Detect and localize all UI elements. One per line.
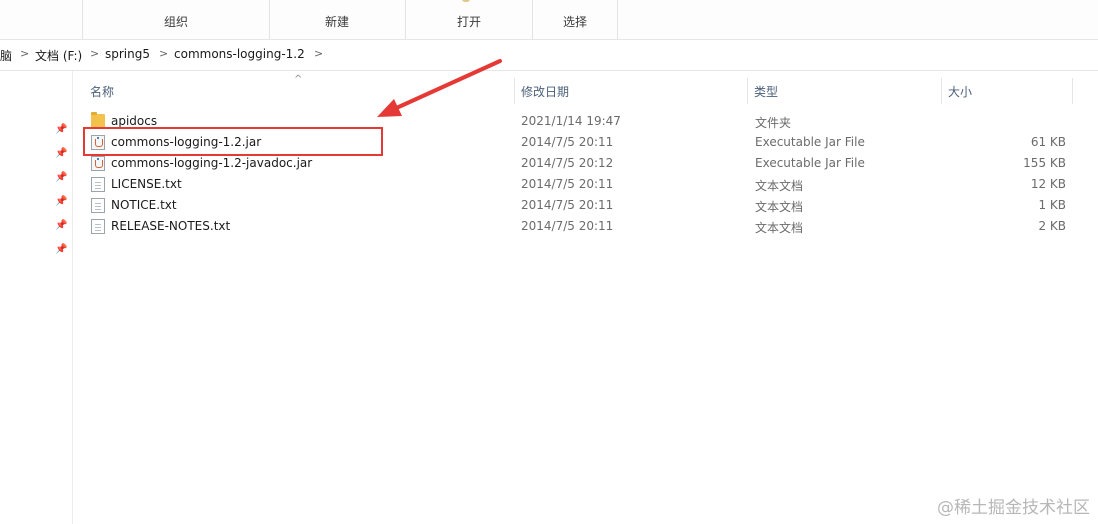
chevron-right-icon[interactable]: > — [90, 47, 99, 60]
file-name: LICENSE.txt — [111, 177, 182, 191]
file-date: 2014/7/5 20:11 — [521, 135, 614, 149]
text-file-icon — [91, 198, 105, 213]
pin-icon[interactable]: 📌 — [55, 173, 67, 183]
file-row-license[interactable]: LICENSE.txt 2014/7/5 20:11 文本文档 12 KB — [84, 174, 1076, 195]
file-size: 2 KB — [1038, 219, 1066, 233]
ribbon-group-new[interactable]: 新建 — [269, 0, 406, 39]
chevron-right-icon[interactable]: > — [159, 47, 168, 60]
file-type: 文件夹 — [755, 116, 792, 130]
ribbon: 组织 新建 打开 选择 — [0, 0, 1098, 40]
text-file-icon — [91, 177, 105, 192]
column-divider[interactable] — [1072, 78, 1073, 104]
column-header-label: 大小 — [948, 85, 973, 99]
annotation-arrow — [377, 59, 502, 117]
file-name: NOTICE.txt — [111, 198, 177, 212]
address-bar[interactable]: 脑 > 文档 (F:) > spring5 > commons-logging-… — [0, 40, 1098, 71]
ribbon-group-label: 打开 — [456, 15, 481, 29]
ribbon-group-open[interactable]: 打开 — [406, 0, 533, 39]
column-header-size[interactable]: 大小 — [942, 80, 1072, 102]
navigation-pane: 📌 📌 📌 📌 📌 📌 — [0, 71, 73, 524]
file-type: 文本文档 — [755, 221, 804, 235]
file-name: RELEASE-NOTES.txt — [111, 219, 231, 233]
breadcrumb-this-pc[interactable]: 脑 — [0, 47, 12, 64]
file-row-javadoc-jar[interactable]: commons-logging-1.2-javadoc.jar 2014/7/5… — [84, 153, 1076, 174]
jar-icon — [91, 156, 105, 171]
file-type: 文本文档 — [755, 179, 804, 193]
breadcrumb-commons-logging[interactable]: commons-logging-1.2 — [174, 47, 305, 61]
ribbon-group-label: 选择 — [562, 15, 587, 29]
column-header-label: 名称 — [90, 85, 115, 99]
column-header-type[interactable]: 类型 — [748, 80, 941, 102]
file-name: apidocs — [111, 114, 158, 128]
file-date: 2014/7/5 20:11 — [521, 198, 614, 212]
file-row-notice[interactable]: NOTICE.txt 2014/7/5 20:11 文本文档 1 KB — [84, 195, 1076, 216]
file-type: Executable Jar File — [755, 156, 865, 170]
file-type: Executable Jar File — [755, 135, 865, 149]
file-date: 2014/7/5 20:11 — [521, 177, 614, 191]
file-size: 12 KB — [1030, 177, 1066, 191]
file-date: 2014/7/5 20:12 — [521, 156, 614, 170]
ribbon-group-label: 组织 — [163, 15, 188, 29]
ribbon-group-label: 新建 — [324, 15, 349, 29]
text-file-icon — [91, 219, 105, 234]
file-row-release-notes[interactable]: RELEASE-NOTES.txt 2014/7/5 20:11 文本文档 2 … — [84, 216, 1076, 237]
column-header-name[interactable]: 名称 — [84, 80, 514, 102]
file-date: 2021/1/14 19:47 — [521, 114, 621, 128]
file-size: 61 KB — [1030, 135, 1066, 149]
pin-icon[interactable]: 📌 — [55, 221, 67, 231]
pin-icon[interactable]: 📌 — [55, 197, 67, 207]
ribbon-group-select[interactable]: 选择 — [533, 0, 618, 39]
ribbon-group-organize[interactable]: 组织 — [82, 0, 270, 39]
watermark-text: @稀土掘金技术社区 — [937, 498, 1090, 518]
file-date: 2014/7/5 20:11 — [521, 219, 614, 233]
annotation-highlight-box — [83, 127, 383, 156]
pin-icon[interactable]: 📌 — [55, 149, 67, 159]
pin-icon[interactable]: 📌 — [55, 125, 67, 135]
column-header-label: 修改日期 — [521, 85, 570, 99]
chevron-right-icon[interactable]: > — [20, 47, 29, 60]
breadcrumb-spring5[interactable]: spring5 — [105, 47, 150, 61]
file-size: 1 KB — [1038, 198, 1066, 212]
column-header-date[interactable]: 修改日期 — [515, 80, 747, 102]
file-type: 文本文档 — [755, 200, 804, 214]
breadcrumb-drive[interactable]: 文档 (F:) — [35, 47, 82, 64]
pin-icon[interactable]: 📌 — [55, 245, 67, 255]
file-name: commons-logging-1.2-javadoc.jar — [111, 156, 313, 170]
file-size: 155 KB — [1023, 156, 1066, 170]
column-header-label: 类型 — [754, 85, 779, 99]
chevron-right-icon[interactable]: > — [314, 47, 323, 60]
